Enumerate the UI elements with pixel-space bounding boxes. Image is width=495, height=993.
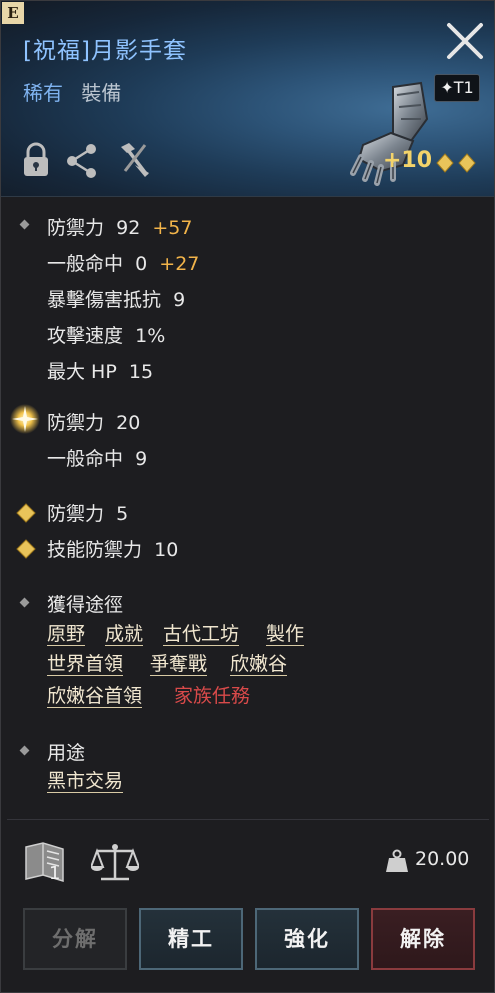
stat-value: 0 — [135, 253, 148, 275]
stat-bonus: +27 — [159, 253, 200, 275]
weight-icon — [385, 849, 409, 877]
usage-heading: 用途 — [47, 742, 86, 764]
stat-label: 一般命中 — [47, 253, 124, 275]
blessing-star-icon — [9, 403, 41, 439]
dismantle-button[interactable]: 分解 — [23, 908, 127, 970]
item-subtitle: 稀有 裝備 — [23, 77, 121, 106]
acquire-link[interactable]: 製作 — [266, 623, 305, 646]
stat-label: 暴擊傷害抵抗 — [47, 289, 162, 311]
stat-value: 9 — [135, 448, 148, 470]
section-bullet — [19, 219, 30, 230]
stat-label: 防禦力 — [47, 412, 105, 434]
stat-value: 1% — [135, 325, 166, 347]
share-icon[interactable] — [65, 141, 99, 181]
item-header: E [祝福]月影手套 稀有 裝備 ✦T1 +10 — [1, 1, 494, 197]
divider — [7, 819, 489, 820]
equip-badge: E — [2, 2, 24, 24]
stat-label: 防禦力 — [47, 503, 105, 525]
stat-row: 防禦力 5 — [47, 499, 128, 526]
stat-value: 5 — [116, 503, 129, 525]
stat-row: 防禦力 20 — [47, 408, 140, 435]
stat-value: 10 — [154, 539, 179, 561]
stat-bonus: +57 — [152, 217, 193, 239]
close-icon[interactable] — [445, 21, 485, 61]
acquire-link[interactable]: 欣嫩谷 — [230, 653, 288, 676]
stat-label: 攻擊速度 — [47, 325, 124, 347]
refine-button[interactable]: 精工 — [139, 908, 243, 970]
stat-row: 一般命中 9 — [47, 444, 147, 471]
item-tooltip-panel: E [祝福]月影手套 稀有 裝備 ✦T1 +10 防禦力 92 +57 一般命中… — [0, 0, 495, 993]
section-bullet — [19, 745, 30, 756]
acquire-link[interactable]: 古代工坊 — [163, 623, 240, 646]
socket-gems — [435, 153, 479, 177]
acquire-heading: 獲得途徑 — [47, 594, 124, 616]
stat-value: 9 — [173, 289, 186, 311]
stat-value: 15 — [128, 361, 154, 383]
book-count: 1 — [49, 863, 61, 884]
enhancement-level: +10 — [383, 148, 433, 173]
gem-diamond-icon — [16, 503, 36, 527]
stat-label: 最大 HP — [47, 361, 117, 383]
usage-link[interactable]: 黑市交易 — [47, 770, 124, 793]
acquire-link[interactable]: 世界首領 — [47, 653, 124, 676]
acquire-link[interactable]: 爭奪戰 — [150, 653, 208, 676]
item-weight: 20.00 — [415, 848, 470, 870]
lock-icon[interactable] — [21, 141, 55, 181]
stat-row: 防禦力 92 +57 — [47, 213, 193, 240]
acquire-link[interactable]: 原野 — [47, 623, 86, 646]
gem-diamond-icon — [16, 539, 36, 563]
stat-value: 20 — [116, 412, 141, 434]
balance-scale-icon[interactable] — [89, 841, 141, 889]
stat-row: 最大 HP 15 — [47, 357, 153, 384]
stat-row: 技能防禦力 10 — [47, 535, 178, 562]
stat-row: 暴擊傷害抵抗 9 — [47, 285, 185, 312]
acquire-link[interactable]: 成就 — [105, 623, 144, 646]
stat-label: 防禦力 — [47, 217, 105, 239]
acquire-link[interactable]: 欣嫩谷首領 — [47, 685, 143, 708]
enhance-button[interactable]: 強化 — [255, 908, 359, 970]
stat-label: 一般命中 — [47, 448, 124, 470]
unequip-button[interactable]: 解除 — [371, 908, 475, 970]
stat-value: 92 — [116, 217, 141, 239]
hammer-tools-icon[interactable] — [115, 141, 149, 181]
guild-quest-link[interactable]: 家族任務 — [174, 685, 250, 707]
stat-row: 攻擊速度 1% — [47, 321, 165, 348]
item-title: [祝福]月影手套 — [23, 38, 187, 64]
book-icon[interactable]: 1 — [23, 839, 67, 889]
stat-row: 一般命中 0 +27 — [47, 249, 199, 276]
item-rarity: 稀有 — [23, 81, 63, 105]
tier-badge: ✦T1 — [434, 74, 480, 102]
section-bullet — [19, 597, 30, 608]
item-category: 裝備 — [81, 81, 122, 105]
stat-label: 技能防禦力 — [47, 539, 143, 561]
